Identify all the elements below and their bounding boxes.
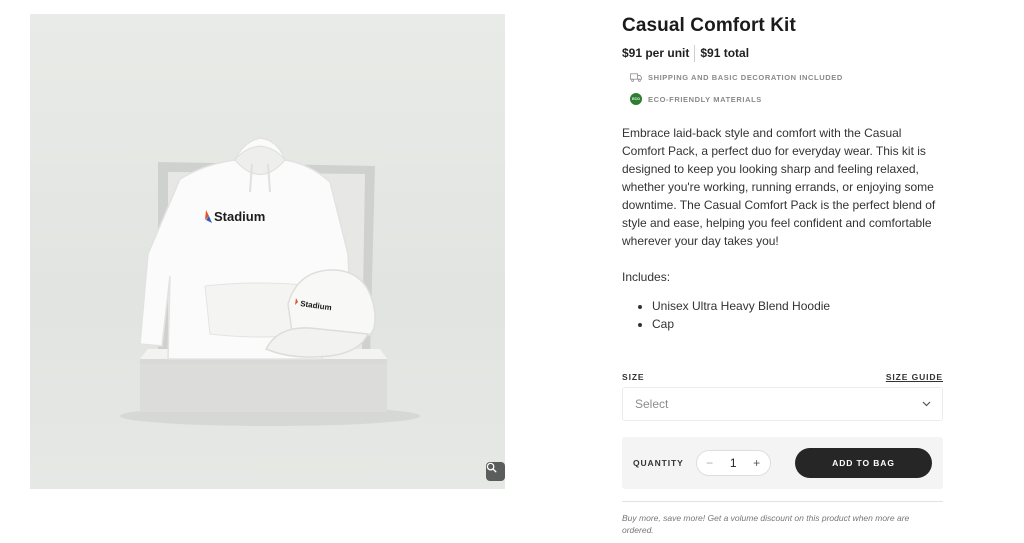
divider xyxy=(622,501,943,502)
quantity-decrease-button[interactable]: − xyxy=(703,456,717,470)
feature-shipping-text: SHIPPING AND BASIC DECORATION INCLUDED xyxy=(648,72,843,82)
price-per-unit: $91 per unit xyxy=(622,46,690,60)
add-to-bag-button[interactable]: ADD TO BAG xyxy=(795,448,932,478)
truck-icon xyxy=(630,71,642,83)
product-photo-illustration: Stadium Stadium xyxy=(120,137,420,426)
includes-list: Unisex Ultra Heavy Blend Hoodie Cap xyxy=(622,297,943,333)
includes-heading: Includes: xyxy=(622,270,671,284)
chevron-down-icon xyxy=(922,401,931,407)
volume-discount-note: Buy more, save more! Get a volume discou… xyxy=(622,513,910,535)
product-details: Casual Comfort Kit $91 per unit $91 tota… xyxy=(622,14,943,536)
eco-icon: ECO xyxy=(630,93,642,105)
quantity-stepper: − 1 + xyxy=(695,450,771,476)
feature-eco: ECO ECO-FRIENDLY MATERIALS xyxy=(622,92,943,106)
product-image: Stadium Stadium xyxy=(30,14,505,489)
feature-eco-text: ECO-FRIENDLY MATERIALS xyxy=(648,94,762,104)
magnifier-icon xyxy=(486,462,497,473)
size-label: SIZE xyxy=(622,372,645,382)
price-divider xyxy=(694,44,696,62)
eco-badge: ECO xyxy=(630,93,642,105)
price-total: $91 total xyxy=(700,46,750,60)
purchase-box: QUANTITY − 1 + ADD TO BAG xyxy=(622,437,943,489)
quantity-increase-button[interactable]: + xyxy=(750,456,764,470)
size-row: SIZE SIZE GUIDE xyxy=(622,369,943,382)
size-select-value: Select xyxy=(635,397,669,411)
zoom-button[interactable] xyxy=(486,462,505,481)
quantity-label: QUANTITY xyxy=(633,458,684,468)
product-title: Casual Comfort Kit xyxy=(622,15,796,36)
size-guide-link[interactable]: SIZE GUIDE xyxy=(886,372,943,382)
size-select[interactable]: Select xyxy=(622,387,943,421)
hoodie-logo-text: Stadium xyxy=(214,209,265,224)
list-item: Cap xyxy=(652,315,943,333)
quantity-value[interactable]: 1 xyxy=(730,456,737,470)
list-item: Unisex Ultra Heavy Blend Hoodie xyxy=(652,297,943,315)
product-description: Embrace laid-back style and comfort with… xyxy=(622,126,936,248)
price-row: $91 per unit $91 total xyxy=(622,44,943,62)
feature-shipping: SHIPPING AND BASIC DECORATION INCLUDED xyxy=(622,70,943,84)
